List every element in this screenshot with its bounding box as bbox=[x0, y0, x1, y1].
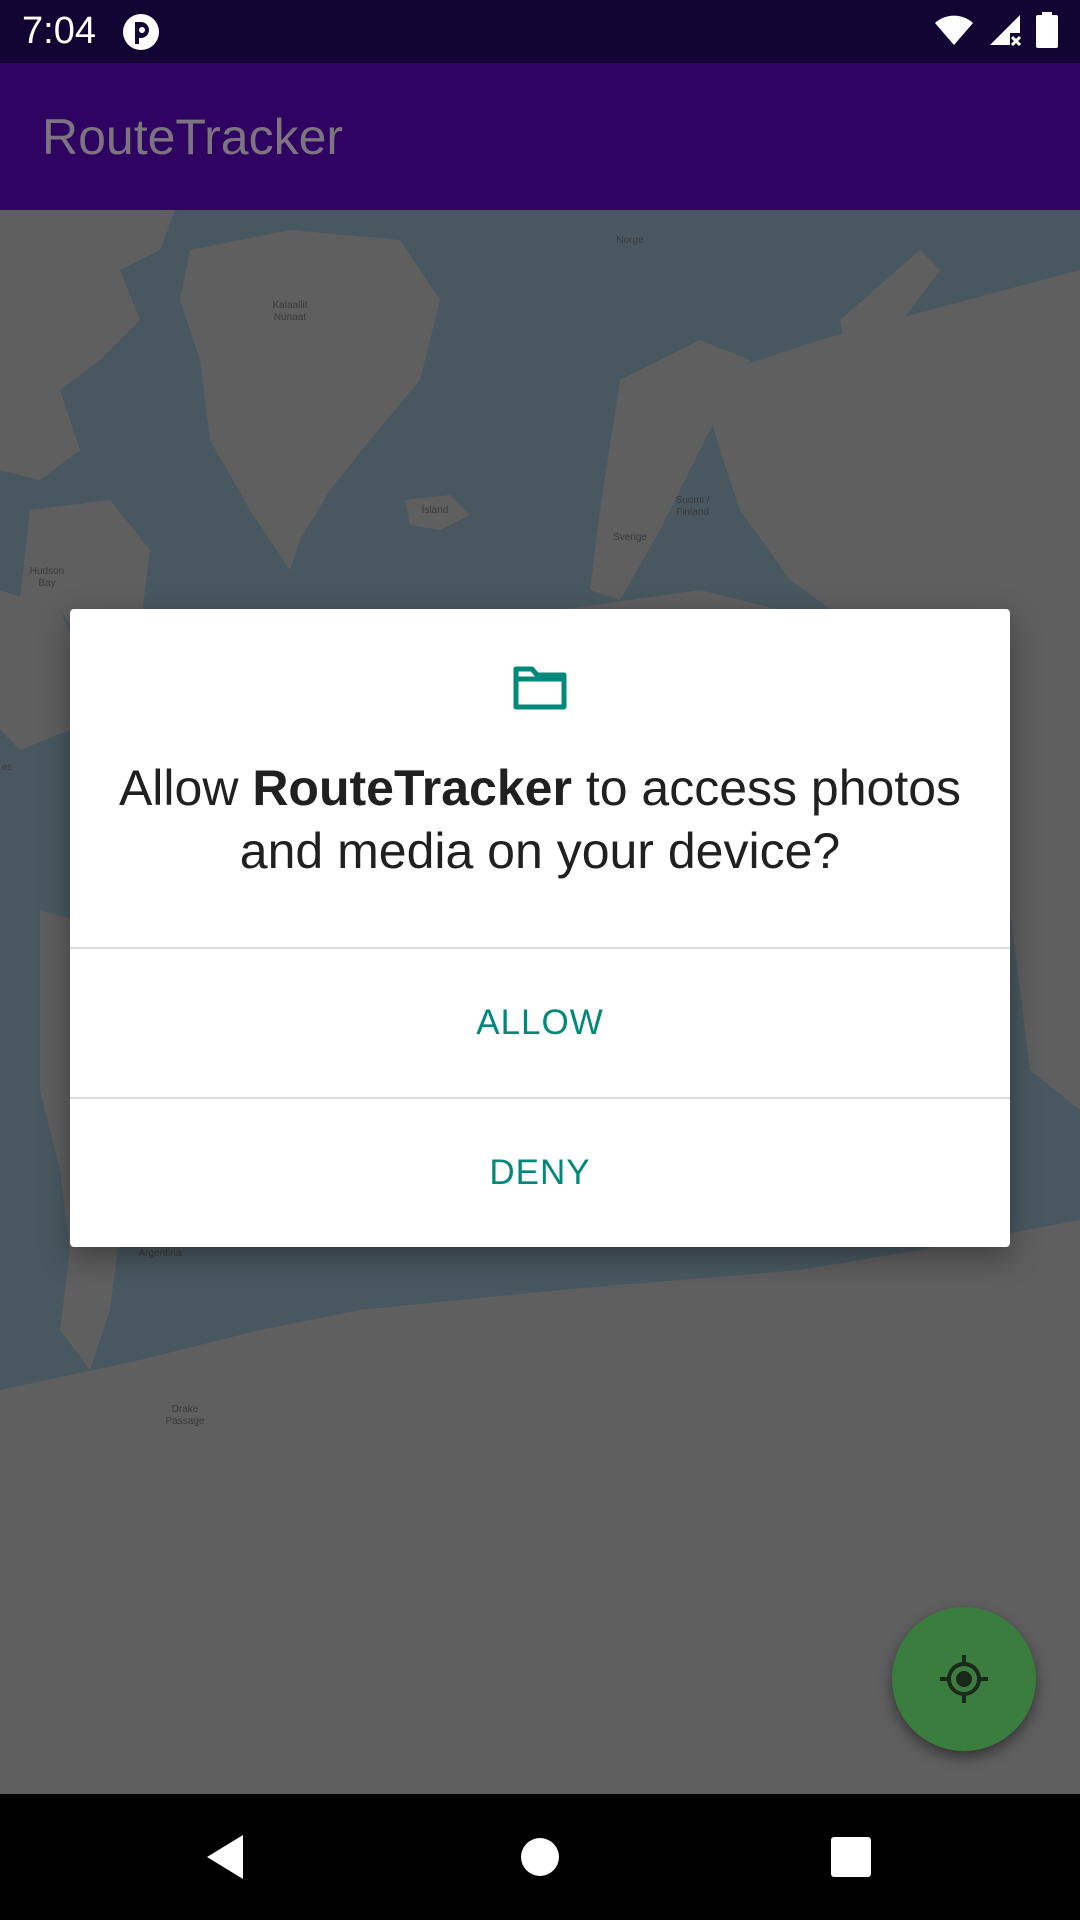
recents-icon bbox=[831, 1837, 871, 1877]
deny-button[interactable]: DENY bbox=[70, 1099, 1010, 1247]
battery-icon bbox=[1036, 11, 1058, 53]
app-notification-icon bbox=[122, 13, 160, 51]
map-label: Hudson Bay bbox=[29, 566, 65, 589]
map-label: es bbox=[1, 762, 13, 773]
app-title: RouteTracker bbox=[42, 109, 344, 165]
permission-dialog: Allow RouteTracker to access photos and … bbox=[70, 609, 1010, 1247]
back-button[interactable] bbox=[155, 1794, 295, 1920]
my-location-button[interactable] bbox=[892, 1607, 1036, 1751]
map-label: Sverige bbox=[613, 532, 647, 543]
status-time: 7:04 bbox=[22, 10, 96, 52]
my-location-icon bbox=[940, 1655, 988, 1703]
signal-icon bbox=[988, 13, 1022, 52]
status-icons bbox=[934, 11, 1058, 53]
map-label: Argentina bbox=[138, 1248, 182, 1259]
map-label: Kalaallit Nunaat bbox=[272, 300, 308, 323]
map-label: Suomi / Finland bbox=[675, 495, 710, 518]
home-button[interactable] bbox=[470, 1794, 610, 1920]
message-prefix: Allow bbox=[118, 760, 253, 816]
message-app-name: RouteTracker bbox=[252, 760, 572, 816]
home-icon bbox=[521, 1838, 559, 1876]
dialog-message: Allow RouteTracker to access photos and … bbox=[110, 757, 970, 883]
recents-button[interactable] bbox=[781, 1794, 921, 1920]
wifi-icon bbox=[934, 14, 974, 51]
map-label: Ísland bbox=[421, 505, 449, 516]
map-label: Norge bbox=[616, 235, 644, 246]
status-bar: 7:04 bbox=[0, 0, 1080, 63]
navigation-bar bbox=[0, 1794, 1080, 1920]
back-icon bbox=[207, 1835, 243, 1879]
app-bar: RouteTracker bbox=[0, 63, 1080, 210]
folder-icon bbox=[512, 665, 568, 711]
map-label: Drake Passage bbox=[165, 1404, 205, 1427]
allow-button[interactable]: ALLOW bbox=[70, 949, 1010, 1097]
